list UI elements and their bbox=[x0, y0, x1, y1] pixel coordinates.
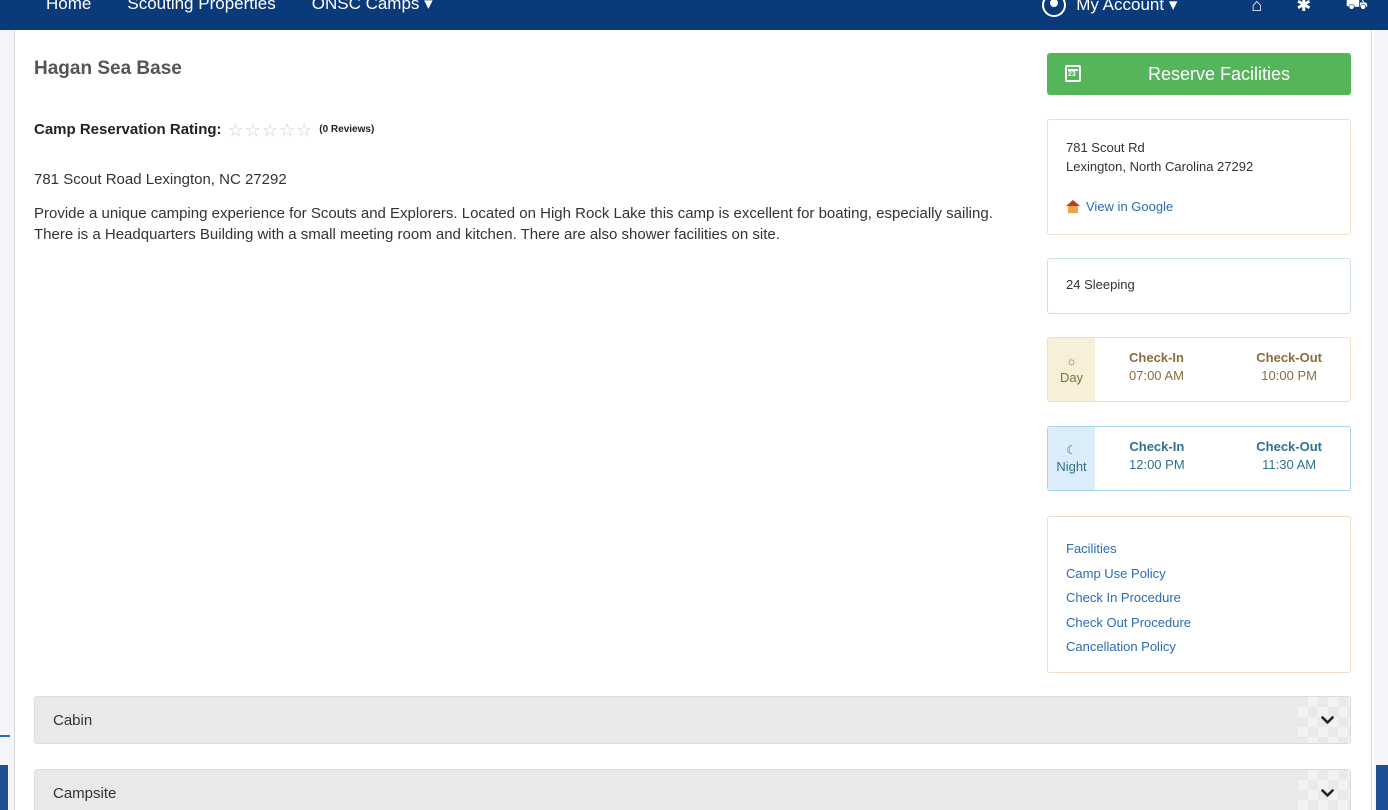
link-facilities[interactable]: Facilities bbox=[1066, 537, 1332, 562]
night-label-block: ☾ Night bbox=[1048, 427, 1095, 490]
address-line-1: 781 Scout Rd bbox=[1066, 140, 1145, 155]
nav-home[interactable]: Home bbox=[46, 0, 91, 14]
night-label: Night bbox=[1056, 459, 1087, 474]
night-checkin-header: Check-In bbox=[1129, 439, 1185, 454]
policy-links-card: Facilities Camp Use Policy Check In Proc… bbox=[1047, 516, 1351, 673]
camp-detail-panel: Hagan Sea Base Camp Reservation Rating: … bbox=[14, 30, 1372, 810]
sleeping-capacity: 24 Sleeping bbox=[1066, 277, 1135, 292]
chevron-down-icon[interactable] bbox=[1321, 714, 1334, 727]
star-icon[interactable]: ☆ bbox=[296, 121, 312, 139]
house-icon bbox=[1066, 200, 1080, 213]
link-check-out-procedure[interactable]: Check Out Procedure bbox=[1066, 611, 1332, 636]
reviews-count: (0 Reviews) bbox=[319, 124, 375, 135]
cart-icon[interactable]: ⛟ bbox=[1345, 0, 1368, 17]
night-checkout-time: 11:30 AM bbox=[1262, 457, 1317, 472]
day-checkout-header: Check-Out bbox=[1256, 350, 1322, 365]
star-icon[interactable]: ☆ bbox=[279, 121, 295, 139]
nav-onsc-camps[interactable]: ONSC Camps ▾ bbox=[312, 0, 433, 14]
home-icon[interactable]: ⌂ bbox=[1251, 0, 1262, 16]
night-checkin-time: 12:00 PM bbox=[1129, 457, 1185, 472]
night-checkout: Check-Out 11:30 AM bbox=[1256, 439, 1322, 490]
day-checkin-time: 07:00 AM bbox=[1129, 368, 1184, 383]
address-line-2: Lexington, North Carolina 27292 bbox=[1066, 159, 1254, 174]
star-icon[interactable]: ☆ bbox=[262, 121, 278, 139]
chevron-down-icon[interactable] bbox=[1321, 787, 1334, 800]
night-times: Check-In 12:00 PM Check-Out 11:30 AM bbox=[1095, 427, 1350, 490]
nav-right: My Account ▾ ⌂ ✱ ⛟ bbox=[1042, 0, 1368, 17]
address-card: 781 Scout Rd Lexington, North Carolina 2… bbox=[1047, 119, 1351, 235]
camp-rating: Camp Reservation Rating: ☆ ☆ ☆ ☆ ☆ (0 Re… bbox=[34, 121, 375, 139]
day-label-block: ☼ Day bbox=[1048, 338, 1095, 401]
day-times: Check-In 07:00 AM Check-Out 10:00 PM bbox=[1095, 338, 1350, 401]
day-checkin-card: ☼ Day Check-In 07:00 AM Check-Out 10:00 … bbox=[1047, 337, 1351, 402]
accordion-cabin-label: Cabin bbox=[53, 711, 93, 729]
day-checkout-time: 10:00 PM bbox=[1261, 368, 1317, 383]
camp-address: 781 Scout Road Lexington, NC 27292 bbox=[34, 171, 287, 188]
night-checkin-card: ☾ Night Check-In 12:00 PM Check-Out 11:3… bbox=[1047, 426, 1351, 491]
night-checkout-header: Check-Out bbox=[1256, 439, 1322, 454]
link-check-in-procedure[interactable]: Check In Procedure bbox=[1066, 586, 1332, 611]
calendar-icon bbox=[1065, 65, 1081, 82]
reserve-facilities-button[interactable]: Reserve Facilities bbox=[1047, 53, 1351, 95]
view-in-google-label: View in Google bbox=[1086, 199, 1174, 214]
rating-label: Camp Reservation Rating: bbox=[34, 121, 222, 138]
sleeping-capacity-card: 24 Sleeping bbox=[1047, 258, 1351, 314]
sun-icon: ☼ bbox=[1066, 354, 1077, 368]
camp-description: Provide a unique camping experience for … bbox=[34, 205, 993, 243]
gear-icon[interactable]: ✱ bbox=[1296, 0, 1311, 16]
reserve-label: Reserve Facilities bbox=[1147, 63, 1291, 84]
user-circle-icon bbox=[1042, 0, 1067, 17]
day-checkout: Check-Out 10:00 PM bbox=[1256, 350, 1322, 401]
nav-scouting-properties[interactable]: Scouting Properties bbox=[127, 0, 275, 14]
my-account-menu[interactable]: My Account ▾ bbox=[1042, 0, 1177, 17]
rating-stars[interactable]: ☆ ☆ ☆ ☆ ☆ bbox=[228, 121, 314, 139]
star-icon[interactable]: ☆ bbox=[245, 121, 261, 139]
moon-icon: ☾ bbox=[1066, 443, 1077, 457]
top-navbar: Home Scouting Properties ONSC Camps ▾ My… bbox=[0, 0, 1388, 30]
view-in-google-link[interactable]: View in Google bbox=[1066, 197, 1332, 216]
accordion-campsite-label: Campsite bbox=[53, 784, 117, 802]
night-checkin: Check-In 12:00 PM bbox=[1129, 439, 1185, 490]
page-title: Hagan Sea Base bbox=[34, 58, 182, 79]
day-label: Day bbox=[1059, 370, 1084, 385]
background-page-left bbox=[0, 30, 14, 810]
star-icon[interactable]: ☆ bbox=[228, 121, 244, 139]
day-checkin-header: Check-In bbox=[1129, 350, 1184, 365]
my-account-label: My Account ▾ bbox=[1076, 0, 1178, 14]
day-checkin: Check-In 07:00 AM bbox=[1129, 350, 1184, 401]
accordion-campsite[interactable]: Campsite bbox=[34, 769, 1351, 810]
background-page-right bbox=[1374, 30, 1388, 810]
accordion-cabin[interactable]: Cabin bbox=[34, 696, 1351, 744]
link-camp-use-policy[interactable]: Camp Use Policy bbox=[1066, 562, 1332, 587]
link-cancellation-policy[interactable]: Cancellation Policy bbox=[1066, 635, 1332, 660]
main-nav: Home Scouting Properties ONSC Camps ▾ bbox=[46, 0, 469, 14]
